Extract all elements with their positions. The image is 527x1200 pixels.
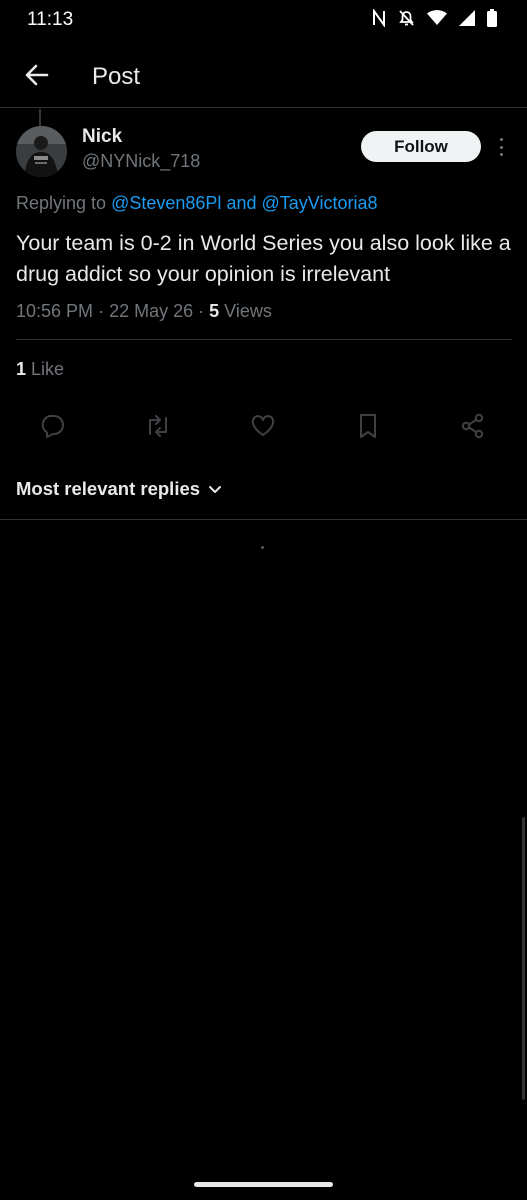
share-icon: [460, 413, 486, 444]
signal-icon: [459, 10, 475, 26]
repost-button[interactable]: [140, 410, 176, 446]
post-meta: 10:56 PM · 22 May 26 · 5 Views: [16, 301, 272, 321]
scrollbar[interactable]: [522, 817, 525, 1100]
follow-button[interactable]: Follow: [361, 131, 481, 162]
share-button[interactable]: [455, 410, 491, 446]
wifi-icon: [427, 10, 447, 26]
mention-link[interactable]: @Steven86Pl: [111, 193, 221, 213]
likes-count: 1: [16, 359, 27, 379]
replies-sort-label: Most relevant replies: [16, 478, 201, 499]
page-title: Post: [92, 63, 141, 90]
post-text: Your team is 0-2 in World Series you als…: [16, 231, 511, 286]
replying-to: Replying to @Steven86Pl and @TayVictoria…: [16, 193, 378, 214]
likes-label: Like: [31, 359, 65, 379]
more-options-button[interactable]: [492, 136, 510, 158]
status-icons: [372, 9, 497, 27]
replies-sort-dropdown[interactable]: Most relevant replies: [16, 478, 222, 500]
bell-off-icon: [398, 9, 415, 27]
replying-joiner: and: [226, 193, 257, 213]
views-count: 5: [209, 301, 220, 321]
action-bar: [0, 410, 527, 446]
nfc-icon: [372, 9, 386, 27]
arrow-left-icon: [25, 64, 49, 91]
back-button[interactable]: [20, 60, 54, 94]
reply-button[interactable]: [34, 410, 70, 446]
post-date: 22 May 26: [109, 301, 194, 321]
author-handle[interactable]: @NYNick_718: [82, 151, 200, 172]
author-name[interactable]: Nick: [82, 126, 122, 148]
bookmark-icon: [357, 413, 379, 444]
bookmark-button[interactable]: [350, 410, 386, 446]
app-header: Post: [0, 46, 527, 108]
likes-summary[interactable]: 1 Like: [16, 359, 64, 380]
divider: [16, 339, 512, 340]
more-dots-icon: [499, 138, 503, 141]
post-time: 10:56 PM: [16, 301, 94, 321]
like-button[interactable]: [245, 410, 281, 446]
loading-indicator: [261, 546, 264, 549]
status-time: 11:13: [27, 9, 74, 30]
avatar[interactable]: [16, 126, 67, 177]
reply-icon: [39, 414, 65, 443]
repost-icon: [144, 414, 172, 443]
divider: [0, 519, 527, 520]
like-icon: [250, 414, 276, 443]
views-label: Views: [224, 301, 272, 321]
chevron-down-icon: [208, 478, 222, 500]
home-indicator[interactable]: [194, 1182, 333, 1187]
thread-connector: [39, 109, 41, 126]
replying-prefix: Replying to: [16, 193, 107, 213]
battery-icon: [487, 9, 497, 27]
mention-link[interactable]: @TayVictoria8: [262, 193, 378, 213]
status-bar: 11:13: [0, 0, 527, 40]
